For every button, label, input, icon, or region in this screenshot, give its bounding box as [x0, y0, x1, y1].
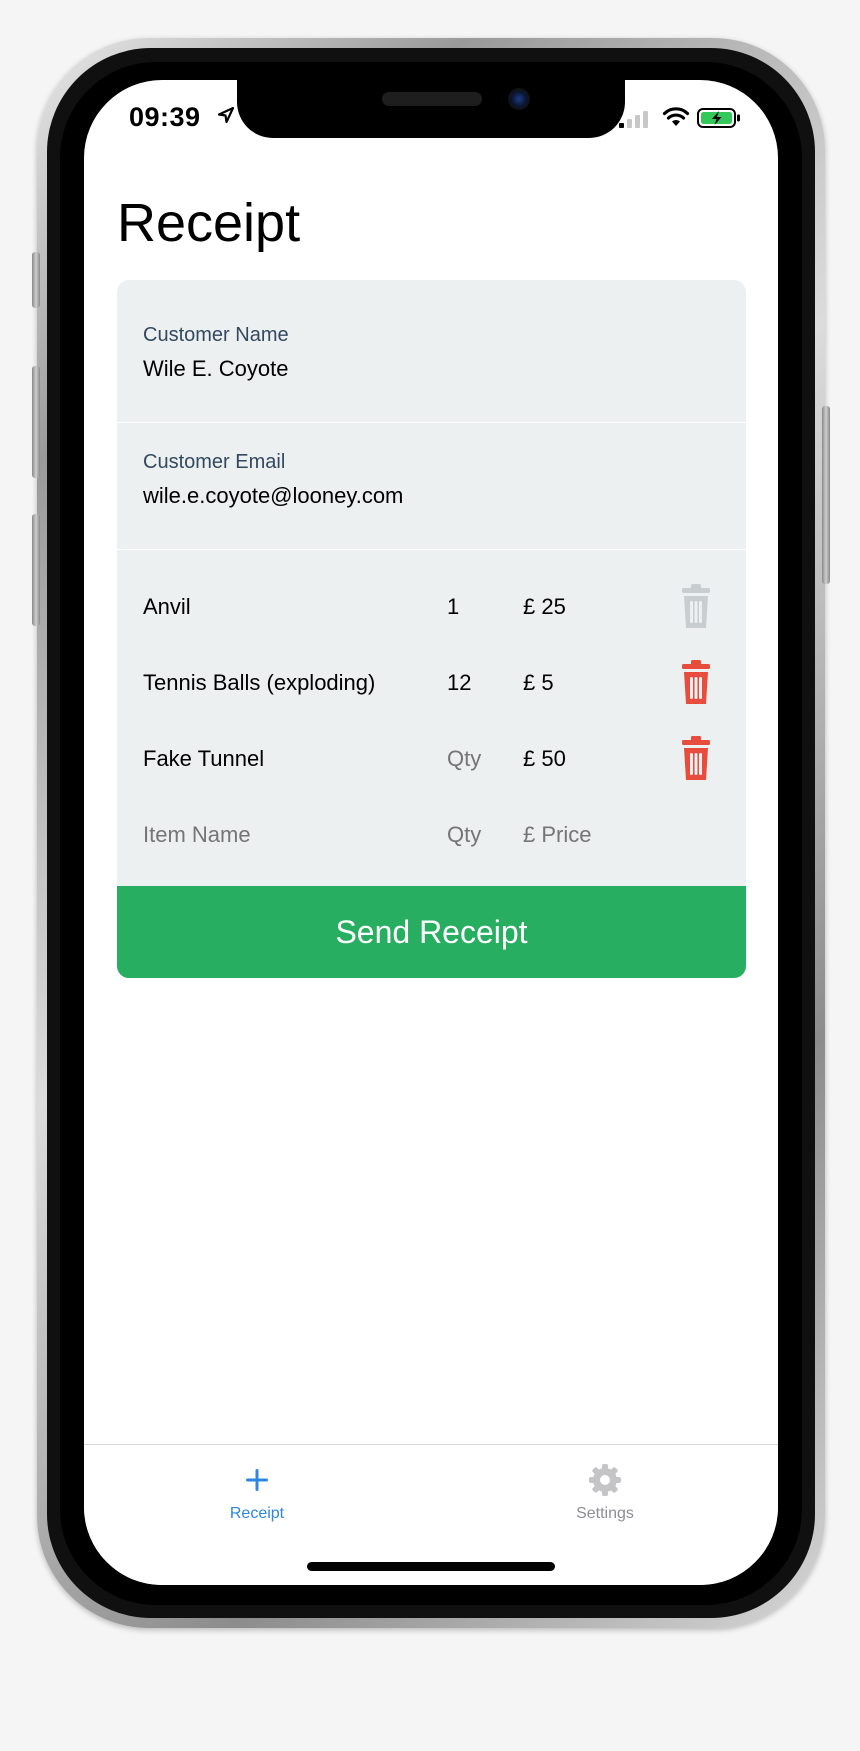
- item-qty-input[interactable]: [447, 594, 507, 620]
- line-item-row: [117, 646, 746, 722]
- tab-receipt-label: Receipt: [229, 1505, 285, 1522]
- item-name-input[interactable]: [143, 594, 433, 620]
- page-title: Receipt: [117, 193, 301, 253]
- delete-item-trash-icon[interactable]: [679, 584, 713, 630]
- delete-item-trash-icon[interactable]: [679, 736, 713, 782]
- item-name-input[interactable]: [143, 670, 433, 696]
- customer-email-field: Customer Email: [117, 407, 746, 550]
- customer-name-input[interactable]: [143, 356, 703, 382]
- battery-charging-icon: [697, 108, 740, 128]
- tab-settings-label: Settings: [576, 1505, 634, 1522]
- send-receipt-button[interactable]: Send Receipt: [117, 886, 746, 978]
- receipt-form-card: Customer Name Customer Email: [117, 280, 746, 978]
- item-qty-input[interactable]: [447, 670, 507, 696]
- customer-name-label: Customer Name: [143, 324, 289, 346]
- power-button: [822, 406, 830, 584]
- mute-switch: [32, 252, 40, 308]
- line-item-row: [117, 722, 746, 798]
- new-item-name-input[interactable]: [143, 822, 433, 848]
- gear-icon: [589, 1464, 621, 1496]
- delete-item-trash-icon[interactable]: [679, 660, 713, 706]
- line-item-row: [117, 570, 746, 646]
- item-price-input[interactable]: [523, 746, 643, 772]
- cellular-signal-icon: [619, 111, 648, 128]
- tab-receipt[interactable]: Receipt: [177, 1455, 337, 1535]
- new-item-row: [117, 798, 746, 874]
- volume-up-button: [32, 366, 40, 478]
- customer-email-input[interactable]: [143, 483, 703, 509]
- speaker-grille: [382, 92, 482, 106]
- notch: [237, 80, 625, 138]
- customer-email-label: Customer Email: [143, 451, 286, 473]
- status-time: 09:39: [129, 102, 201, 132]
- location-arrow-icon: [217, 106, 235, 124]
- volume-down-button: [32, 514, 40, 626]
- item-qty-input[interactable]: [447, 746, 507, 772]
- new-item-qty-input[interactable]: [447, 822, 507, 848]
- tab-settings[interactable]: Settings: [525, 1455, 685, 1535]
- front-camera: [508, 88, 530, 110]
- home-indicator: [307, 1562, 555, 1571]
- new-item-price-input[interactable]: [523, 822, 643, 848]
- plus-icon: [246, 1469, 268, 1491]
- item-price-input[interactable]: [523, 670, 643, 696]
- app-screen: 09:39 Receipt Customer Name Customer Ema…: [84, 80, 778, 1585]
- item-name-input[interactable]: [143, 746, 433, 772]
- item-price-input[interactable]: [523, 594, 643, 620]
- customer-name-field: Customer Name: [117, 280, 746, 423]
- wifi-icon: [662, 107, 690, 126]
